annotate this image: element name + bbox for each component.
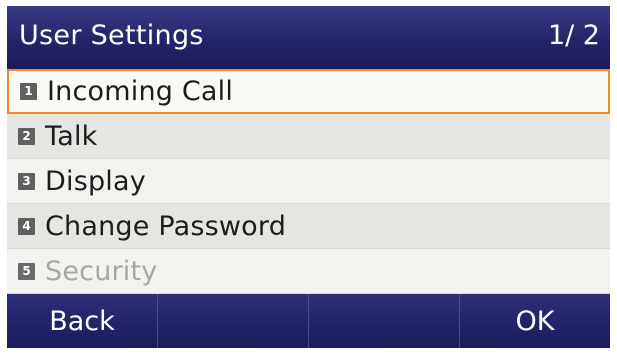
back-softkey[interactable]: Back: [7, 294, 158, 348]
menu-item-label: Security: [45, 255, 158, 287]
softkey-2[interactable]: [158, 294, 309, 348]
number-5-icon: 5: [18, 262, 35, 280]
menu-item-label: Incoming Call: [47, 76, 234, 107]
page-title: User Settings: [19, 20, 204, 51]
page-indicator: 1/ 2: [547, 20, 600, 51]
menu-item-label: Change Password: [45, 210, 287, 242]
menu-item-security: 5 Security: [7, 249, 610, 294]
number-1-icon: 1: [20, 83, 37, 100]
number-3-icon: 3: [18, 172, 35, 190]
menu-item-label: Display: [45, 165, 146, 197]
number-4-icon: 4: [18, 217, 35, 235]
ok-softkey[interactable]: OK: [460, 294, 610, 348]
title-bar: User Settings 1/ 2: [7, 6, 610, 69]
softkey-3[interactable]: [309, 294, 460, 348]
softkey-bar: Back OK: [7, 294, 610, 348]
menu-item-talk[interactable]: 2 Talk: [7, 114, 610, 159]
menu-item-display[interactable]: 3 Display: [7, 159, 610, 204]
menu-item-change-password[interactable]: 4 Change Password: [7, 204, 610, 249]
phone-display: User Settings 1/ 2 1 Incoming Call 2 Tal…: [7, 6, 610, 348]
menu-item-label: Talk: [45, 120, 98, 152]
number-2-icon: 2: [18, 127, 35, 145]
menu-item-incoming-call[interactable]: 1 Incoming Call: [7, 69, 610, 114]
settings-menu: 1 Incoming Call 2 Talk 3 Display 4 Chang…: [7, 69, 610, 294]
